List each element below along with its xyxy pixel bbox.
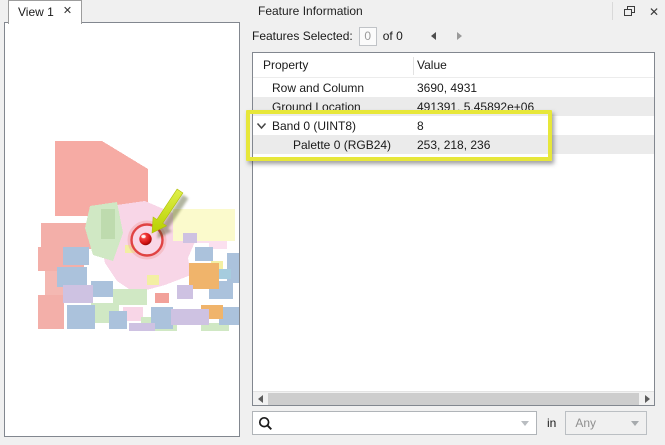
- column-divider[interactable]: [413, 57, 414, 75]
- chevron-down-icon: [631, 421, 639, 426]
- scroll-left-icon: [258, 395, 263, 403]
- property-cell: Band 0 (UINT8): [272, 119, 356, 133]
- map-viewport[interactable]: [4, 22, 240, 437]
- collapse-chevron-icon[interactable]: [256, 122, 267, 130]
- table-row[interactable]: Row and Column 3690, 4931: [253, 78, 654, 97]
- column-header-property[interactable]: Property: [263, 58, 308, 72]
- next-feature-button[interactable]: [451, 28, 469, 44]
- table-header: Property Value: [253, 53, 654, 78]
- value-cell: 3690, 4931: [417, 81, 477, 95]
- map-raster: [5, 23, 239, 436]
- tab-view-1[interactable]: View 1 ✕: [8, 0, 82, 24]
- feature-info-header: Feature Information ✕: [247, 0, 665, 22]
- of-total-label: of 0: [383, 29, 403, 43]
- float-panel-button[interactable]: [621, 3, 639, 20]
- search-bar: in Any: [252, 411, 655, 435]
- close-panel-button[interactable]: ✕: [645, 3, 663, 20]
- table-row-band0[interactable]: Band 0 (UINT8) 8: [253, 116, 654, 135]
- search-scope-dropdown[interactable]: Any: [565, 411, 647, 435]
- search-combo[interactable]: [252, 411, 537, 435]
- in-label: in: [547, 416, 556, 430]
- property-cell: Palette 0 (RGB24): [293, 138, 391, 152]
- value-cell: 253, 218, 236: [417, 138, 490, 152]
- horizontal-scrollbar[interactable]: [253, 391, 654, 405]
- search-scope-value: Any: [575, 416, 596, 430]
- scroll-left-button[interactable]: [253, 392, 267, 406]
- table-row[interactable]: Ground Location 491391, 5.45892e+06: [253, 97, 654, 116]
- scrollbar-thumb[interactable]: [268, 393, 639, 405]
- chevron-down-icon[interactable]: [521, 421, 529, 426]
- close-icon: ✕: [649, 5, 659, 19]
- property-table[interactable]: Property Value Row and Column 3690, 4931…: [252, 52, 655, 406]
- tab-close-icon[interactable]: ✕: [63, 6, 72, 17]
- next-arrow-icon: [457, 32, 462, 40]
- property-cell: Row and Column: [272, 81, 364, 95]
- value-cell: 8: [417, 119, 424, 133]
- search-input[interactable]: [253, 412, 536, 434]
- tab-view-1-label: View 1: [18, 5, 54, 19]
- value-cell: 491391, 5.45892e+06: [417, 100, 534, 114]
- scroll-right-button[interactable]: [640, 392, 654, 406]
- prev-arrow-icon: [431, 32, 436, 40]
- table-row-palette0[interactable]: Palette 0 (RGB24) 253, 218, 236: [253, 135, 654, 154]
- column-header-value[interactable]: Value: [417, 58, 447, 72]
- app-window: { "icons": { "close": "✕" }, "view_tab":…: [0, 0, 665, 445]
- scroll-right-icon: [645, 395, 650, 403]
- panel-title: Feature Information: [258, 4, 363, 18]
- search-icon: [258, 416, 273, 431]
- property-cell: Ground Location: [272, 100, 361, 114]
- float-window-icon: [624, 6, 636, 17]
- selected-count-field[interactable]: 0: [359, 27, 377, 46]
- features-selected-label: Features Selected:: [252, 29, 353, 43]
- previous-feature-button[interactable]: [425, 28, 443, 44]
- features-selected-bar: Features Selected: 0 of 0: [252, 26, 477, 46]
- panel-title-separator: [612, 2, 613, 20]
